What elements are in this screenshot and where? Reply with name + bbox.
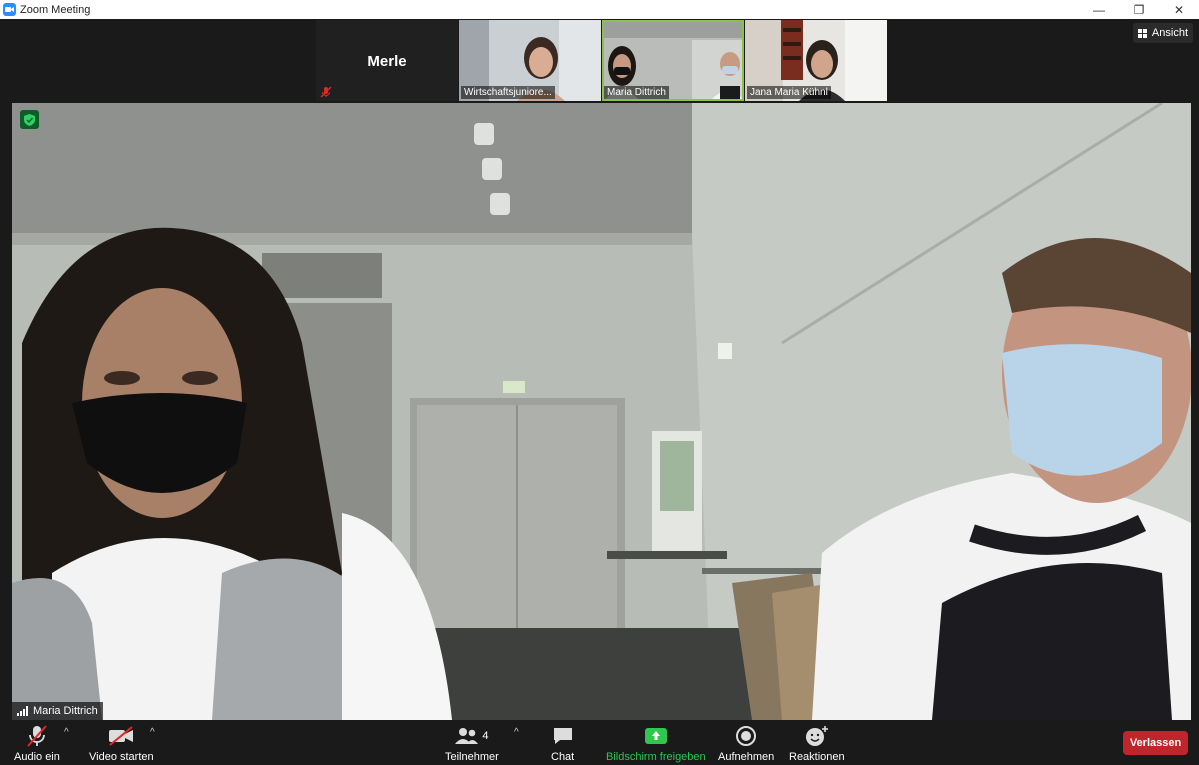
chat-button[interactable]: Chat xyxy=(551,724,574,763)
speaker-name-label: Maria Dittrich xyxy=(12,702,103,720)
speaker-video-image xyxy=(12,103,1191,720)
participants-icon xyxy=(455,728,479,744)
video-off-icon xyxy=(109,726,134,746)
participants-button[interactable]: 4 Teilnehmer xyxy=(445,724,499,763)
participants-options-caret[interactable]: ^ xyxy=(514,727,519,738)
grid-view-icon xyxy=(1137,28,1147,38)
view-button[interactable]: Ansicht xyxy=(1132,23,1193,43)
view-button-label: Ansicht xyxy=(1151,27,1188,39)
audio-options-caret[interactable]: ^ xyxy=(64,727,69,738)
chat-icon xyxy=(553,728,572,744)
share-screen-button[interactable]: Bildschirm freigeben xyxy=(606,724,706,763)
encryption-shield-icon[interactable] xyxy=(20,110,39,129)
window-title: Zoom Meeting xyxy=(20,3,91,16)
share-screen-icon xyxy=(644,728,667,744)
connection-signal-icon xyxy=(17,706,28,716)
title-bar: Zoom Meeting — ❐ ✕ xyxy=(0,0,1199,19)
chat-button-label: Chat xyxy=(551,751,575,763)
reactions-button[interactable]: Reaktionen xyxy=(789,724,845,763)
participant-thumbnail[interactable]: Wirtschaftsjuniore... xyxy=(459,20,601,101)
participants-button-label: Teilnehmer xyxy=(445,751,499,763)
mic-muted-icon xyxy=(320,86,332,98)
meeting-toolbar: Audio ein ^ Video starten ^ 4 Teilnehmer… xyxy=(0,720,1199,765)
mic-muted-icon xyxy=(27,725,47,747)
record-button-label: Aufnehmen xyxy=(718,751,775,763)
participant-label: Maria Dittrich xyxy=(604,86,669,99)
record-button[interactable]: Aufnehmen xyxy=(718,724,774,763)
participant-thumbnail[interactable]: Jana Maria Kühnl xyxy=(745,20,887,101)
video-options-caret[interactable]: ^ xyxy=(150,727,155,738)
participant-name: Merle xyxy=(367,53,407,70)
participants-count: 4 xyxy=(482,730,489,742)
participant-tile-merle[interactable]: Merle xyxy=(316,20,458,101)
audio-button[interactable]: Audio ein xyxy=(14,724,60,763)
reactions-button-label: Reaktionen xyxy=(789,751,845,763)
speaker-name: Maria Dittrich xyxy=(33,705,98,717)
video-button-label: Video starten xyxy=(89,751,154,763)
zoom-logo-icon xyxy=(3,3,16,16)
gallery-strip: Merle Wirtschaftsjuniore... Maria Dittri… xyxy=(0,19,1199,103)
audio-button-label: Audio ein xyxy=(14,751,60,763)
share-screen-button-label: Bildschirm freigeben xyxy=(606,751,706,763)
minimize-button[interactable]: — xyxy=(1079,0,1119,19)
participant-label: Wirtschaftsjuniore... xyxy=(461,86,555,99)
record-icon xyxy=(736,726,757,746)
participant-thumbnail-active[interactable]: Maria Dittrich xyxy=(602,20,744,101)
leave-meeting-button[interactable]: Verlassen xyxy=(1123,731,1188,755)
window-controls: — ❐ ✕ xyxy=(1079,0,1199,19)
active-speaker-video xyxy=(12,103,1191,720)
participant-label: Jana Maria Kühnl xyxy=(747,86,831,99)
close-button[interactable]: ✕ xyxy=(1159,0,1199,19)
restore-button[interactable]: ❐ xyxy=(1119,0,1159,19)
reactions-icon xyxy=(805,726,828,746)
video-button[interactable]: Video starten xyxy=(89,724,154,763)
